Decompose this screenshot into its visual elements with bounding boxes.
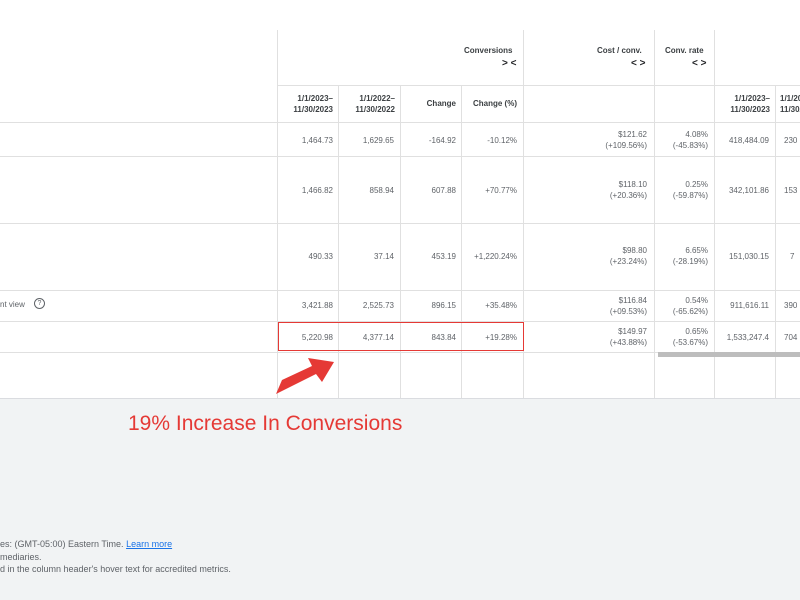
cell-rate: 4.08% (-45.83%) xyxy=(673,129,708,151)
cost-value: $121.62 xyxy=(618,130,647,139)
collapse-columns-icon[interactable]: > < xyxy=(502,59,516,69)
cell-next: 342,101.86 xyxy=(728,186,769,195)
rate-value: 0.25% xyxy=(685,180,708,189)
expand-columns-icon[interactable]: < > xyxy=(631,59,645,69)
rate-change: (-28.19%) xyxy=(672,257,708,266)
row-divider xyxy=(0,223,800,224)
footer-timezone: es: (GMT-05:00) Eastern Time. Learn more xyxy=(0,539,172,549)
red-arrow-icon xyxy=(276,358,334,394)
column-header-next-current[interactable]: 1/1/2023–11/30/2023 xyxy=(716,93,770,115)
cell-current: 1,466.82 xyxy=(301,186,333,195)
column-header-change-pct[interactable]: Change (%) xyxy=(463,98,517,109)
column-header-previous[interactable]: 1/1/2022–11/30/2022 xyxy=(341,93,395,115)
top-bar xyxy=(0,0,800,31)
column-header-change[interactable]: Change xyxy=(402,98,456,109)
cell-cost: $118.10 (+20.36%) xyxy=(610,179,647,201)
cell-next: 911,616.11 xyxy=(730,301,769,310)
cost-value: $98.80 xyxy=(622,246,647,255)
cost-value: $149.97 xyxy=(618,327,647,336)
cell-previous: 37.14 xyxy=(373,252,394,261)
column-header-next-previous[interactable]: 1/1/2022–11/30/2022 xyxy=(780,93,800,115)
cell-current: 1,464.73 xyxy=(301,136,333,145)
cost-change: (+09.53%) xyxy=(609,307,647,316)
expand-columns-icon[interactable]: < > xyxy=(692,59,706,69)
cell-change-pct: -10.12% xyxy=(487,136,517,145)
cell-next: 151,030.15 xyxy=(728,252,769,261)
cell-next2: 153 xyxy=(784,186,798,195)
rate-change: (-53.67%) xyxy=(672,338,708,347)
footer-intermediaries: mediaries. xyxy=(0,552,42,562)
rate-change: (-65.62%) xyxy=(672,307,708,316)
conversions-highlight-box xyxy=(278,322,524,351)
footer-accredited: d in the column header's hover text for … xyxy=(0,564,231,574)
cell-next: 418,484.09 xyxy=(728,136,769,145)
cost-per-conv-header[interactable]: Cost / conv. xyxy=(597,46,642,56)
cell-current: 3,421.88 xyxy=(301,301,333,310)
cell-cost: $116.84 (+09.53%) xyxy=(610,295,647,317)
cell-next2: 704 xyxy=(784,333,798,342)
rate-value: 4.08% xyxy=(685,130,708,139)
conversions-header[interactable]: Conversions xyxy=(464,46,512,56)
row-label: nt view xyxy=(0,300,25,309)
cell-rate: 0.54% (-65.62%) xyxy=(673,295,708,317)
cell-change: 453.19 xyxy=(431,252,456,261)
cell-rate: 6.65% (-28.19%) xyxy=(673,245,708,267)
conv-rate-header[interactable]: Conv. rate xyxy=(665,46,704,56)
cell-change-pct: +1,220.24% xyxy=(474,252,517,261)
row-divider xyxy=(0,122,800,123)
cell-next2: 390 xyxy=(784,301,798,310)
horizontal-scrollbar[interactable] xyxy=(658,352,800,357)
cell-next2: 7 xyxy=(790,252,795,261)
cell-previous: 858.94 xyxy=(369,186,394,195)
timezone-text: es: (GMT-05:00) Eastern Time. xyxy=(0,539,124,549)
cell-cost: $98.80 (+23.24%) xyxy=(610,245,647,267)
row-divider xyxy=(0,156,800,157)
cell-cost: $121.62 (+109.56%) xyxy=(605,129,647,151)
cell-change: -164.92 xyxy=(428,136,456,145)
rate-value: 0.54% xyxy=(685,296,708,305)
cost-change: (+20.36%) xyxy=(609,191,647,200)
cell-previous: 1,629.65 xyxy=(362,136,394,145)
help-icon[interactable]: ? xyxy=(34,298,45,309)
cell-previous: 2,525.73 xyxy=(362,301,394,310)
cost-value: $116.84 xyxy=(618,296,647,305)
learn-more-link[interactable]: Learn more xyxy=(126,539,172,549)
cost-change: (+23.24%) xyxy=(609,257,647,266)
cell-current: 490.33 xyxy=(308,252,333,261)
rate-change: (-59.87%) xyxy=(672,191,708,200)
cost-change: (+109.56%) xyxy=(605,141,647,150)
cell-change: 896.15 xyxy=(431,301,456,310)
rate-value: 6.65% xyxy=(685,246,708,255)
cell-next: 1,533,247.4 xyxy=(726,333,769,342)
cell-change-pct: +70.77% xyxy=(485,186,517,195)
cell-change-pct: +35.48% xyxy=(485,301,517,310)
cell-cost: $149.97 (+43.88%) xyxy=(610,326,647,348)
cell-rate: 0.25% (-59.87%) xyxy=(673,179,708,201)
cell-rate: 0.65% (-53.67%) xyxy=(673,326,708,348)
rate-change: (-45.83%) xyxy=(672,141,708,150)
cell-next2: 230 xyxy=(784,136,798,145)
cell-change: 607.88 xyxy=(431,186,456,195)
column-header-current[interactable]: 1/1/2023–11/30/2023 xyxy=(280,93,333,115)
row-divider xyxy=(0,290,800,291)
rate-value: 0.65% xyxy=(685,327,708,336)
cost-value: $118.10 xyxy=(618,180,647,189)
row-divider xyxy=(277,85,800,86)
annotation-text: 19% Increase In Conversions xyxy=(128,412,403,435)
cost-change: (+43.88%) xyxy=(609,338,647,347)
